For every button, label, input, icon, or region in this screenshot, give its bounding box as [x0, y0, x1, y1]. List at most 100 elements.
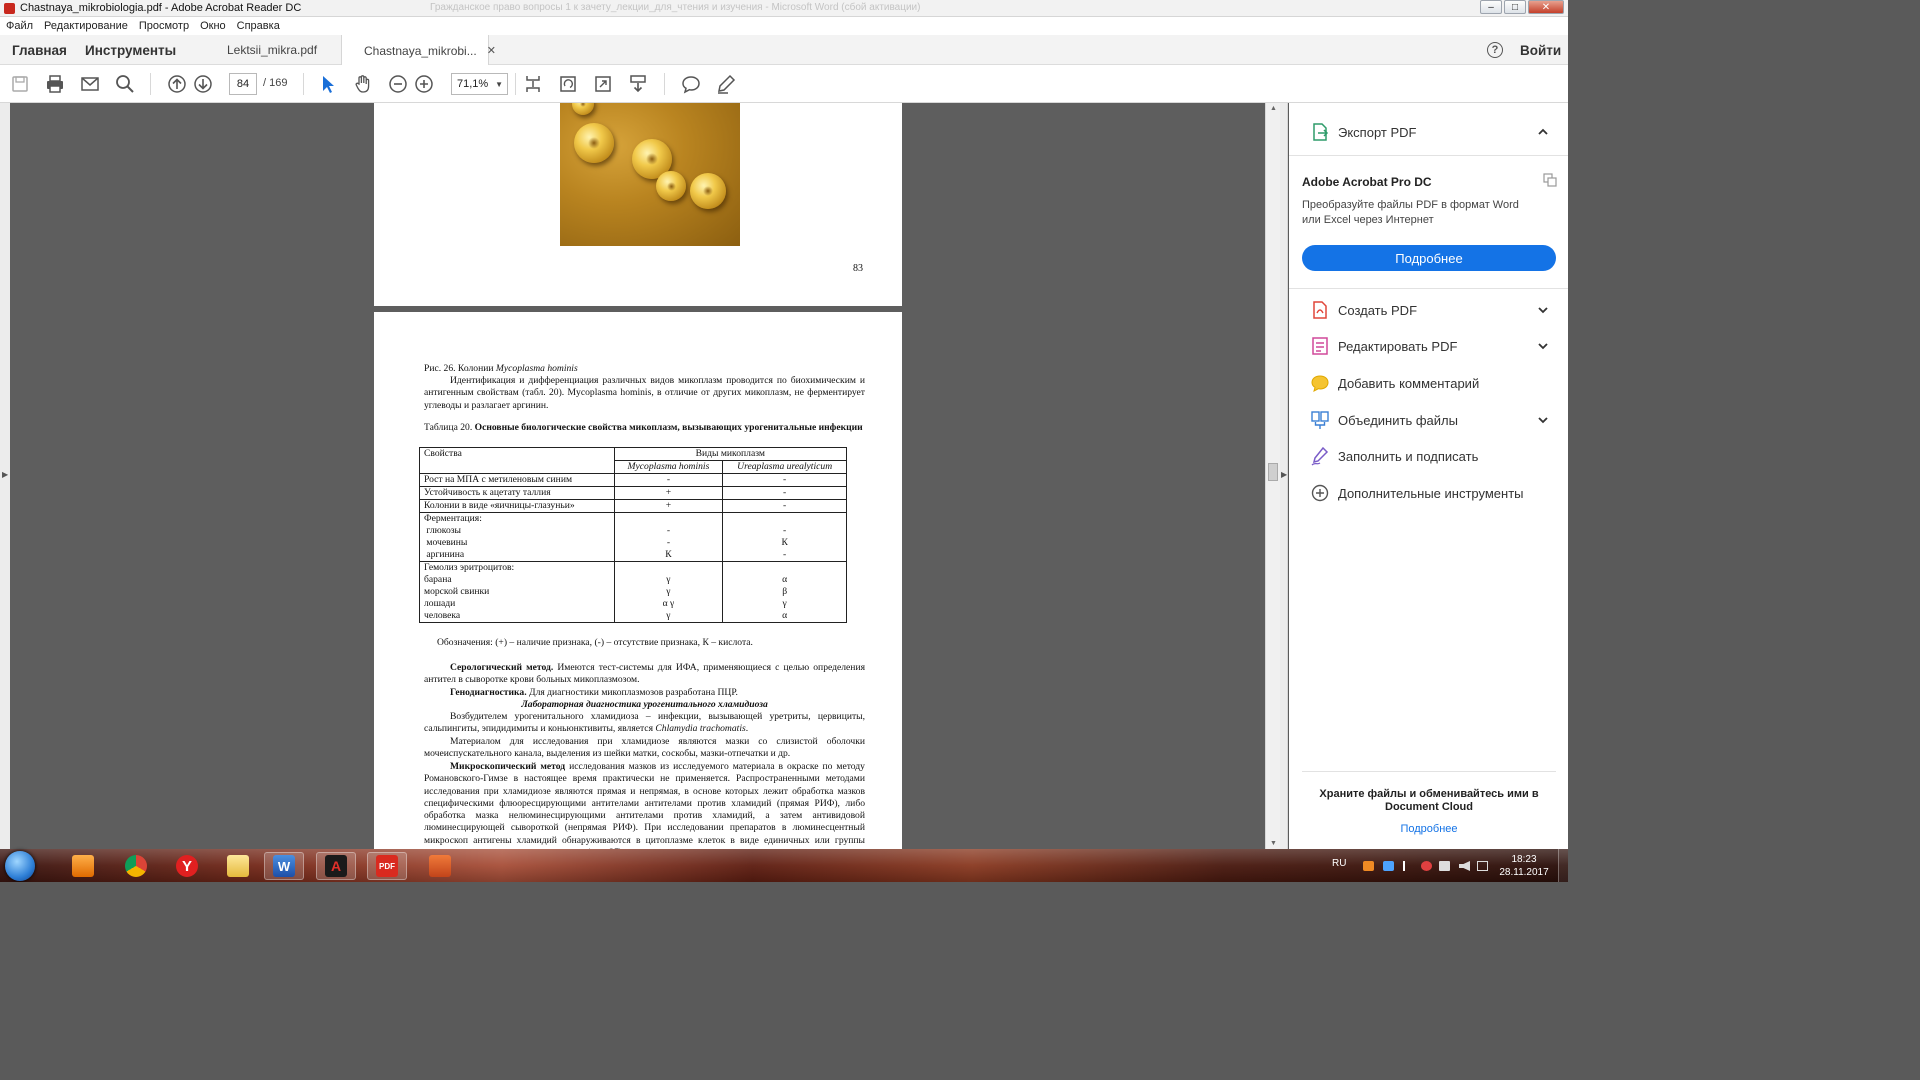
edit-pdf-item[interactable]: Редактировать PDF [1289, 328, 1568, 364]
tray-status-icon[interactable] [1421, 861, 1432, 871]
menu-view[interactable]: Просмотр [139, 20, 189, 32]
toolbar-separator [664, 73, 665, 95]
show-desktop-button[interactable] [1558, 849, 1568, 882]
scroll-down-icon[interactable]: ▼ [1270, 840, 1277, 847]
paragraph-genodiagnostics: Генодиагностика. Для диагностики микопла… [424, 687, 865, 699]
maximize-button[interactable]: □ [1504, 0, 1526, 14]
start-button[interactable] [5, 851, 35, 881]
scroll-up-icon[interactable]: ▲ [1270, 105, 1277, 112]
page-number-label: 83 [853, 263, 863, 274]
pdf-page-84: Рис. 26. Колонии Mycoplasma hominis Иден… [374, 312, 902, 849]
next-page-icon[interactable] [193, 74, 213, 94]
language-indicator[interactable]: RU [1332, 858, 1346, 869]
export-pdf-header[interactable]: Экспорт PDF [1289, 114, 1568, 150]
left-pane-toggle[interactable]: ▶ [0, 103, 10, 849]
tab-document-chastnaya-label: Chastnaya_mikrobi... [364, 43, 477, 58]
table-cell: - [722, 499, 847, 513]
dropbox-icon[interactable] [1383, 861, 1394, 871]
tab-document-chastnaya[interactable]: Chastnaya_mikrobi... ✕ [341, 35, 496, 66]
windows-media-player-icon[interactable] [63, 852, 103, 880]
acrobat-app-icon [4, 2, 15, 14]
table-cell: - [613, 473, 724, 487]
pdf-app-icon[interactable]: PDF [367, 852, 407, 880]
comment-icon[interactable] [681, 74, 701, 94]
fill-sign-icon [1311, 446, 1329, 466]
figure-caption: Рис. 26. Колонии Mycoplasma hominis [424, 363, 865, 375]
word-icon[interactable]: W [264, 852, 304, 880]
pdf-page-83: 83 [374, 103, 902, 306]
previous-page-icon[interactable] [167, 74, 187, 94]
presentation-app-icon[interactable] [420, 852, 460, 880]
edit-pdf-icon [1312, 337, 1328, 355]
chevron-down-icon [1538, 307, 1548, 314]
properties-table: Свойства Виды микоплазм Mycoplasma homin… [419, 447, 848, 623]
menu-file[interactable]: Файл [6, 20, 33, 32]
select-cursor-icon[interactable] [318, 74, 338, 94]
table-title-prefix: Таблица 20. [424, 422, 475, 433]
document-cloud-text: Храните файлы и обменивайтесь ими в Docu… [1319, 788, 1539, 813]
document-cloud-link[interactable]: Подробнее [1302, 823, 1556, 835]
figure-caption-prefix: Рис. 26. Колонии [424, 363, 496, 374]
collapse-right-icon: ▶ [1281, 470, 1288, 479]
menu-edit[interactable]: Редактирование [44, 20, 128, 32]
pathogen-text: Возбудителем урогенитального хламидиоза … [424, 711, 865, 735]
tab-document-lektsii[interactable]: Lektsii_mikra.pdf [197, 35, 341, 65]
zoom-level-select[interactable]: 71,1% ▼ [451, 73, 508, 95]
highlight-pen-icon[interactable] [716, 74, 736, 94]
divider [1289, 288, 1568, 289]
table-cell: - [722, 486, 847, 500]
fill-sign-label: Заполнить и подписать [1338, 448, 1479, 464]
sign-in-button[interactable]: Войти [1520, 35, 1561, 65]
combine-files-item[interactable]: Объединить файлы [1289, 402, 1568, 438]
tab-tools[interactable]: Инструменты [85, 35, 176, 65]
table-row: Колонии в виде «яичницы-глазуньи» + - [419, 499, 847, 513]
acrobat-reader-icon[interactable]: A [316, 852, 356, 880]
chevron-down-icon [1538, 417, 1548, 424]
battery-icon[interactable] [1477, 861, 1488, 871]
create-pdf-item[interactable]: Создать PDF [1289, 292, 1568, 328]
add-comment-item[interactable]: Добавить комментарий [1289, 365, 1568, 401]
more-tools-item[interactable]: Дополнительные инструменты [1289, 475, 1568, 511]
close-tab-icon[interactable]: ✕ [487, 44, 496, 57]
scroll-mode-icon[interactable] [628, 74, 648, 94]
promo-description: Преобразуйте файлы PDF в формат Word или… [1302, 199, 1519, 226]
page-number-input[interactable]: 84 [229, 73, 257, 95]
print-icon[interactable] [45, 74, 65, 94]
fill-sign-item[interactable]: Заполнить и подписать [1289, 438, 1568, 474]
tray-app-icon[interactable] [1363, 861, 1374, 871]
toolbar-separator [150, 73, 151, 95]
table-header-ureaplasma: Ureaplasma urealyticum [722, 460, 847, 474]
full-screen-icon[interactable] [593, 74, 613, 94]
chrome-icon[interactable] [116, 852, 156, 880]
menu-window[interactable]: Окно [200, 20, 226, 32]
fit-page-icon[interactable] [523, 74, 543, 94]
save-icon[interactable] [10, 74, 30, 94]
hand-tool-icon[interactable] [353, 74, 373, 94]
rotate-view-icon[interactable] [558, 74, 578, 94]
combine-files-icon [1311, 411, 1329, 429]
close-window-button[interactable]: ✕ [1528, 0, 1564, 14]
chevron-up-icon [1538, 128, 1548, 135]
clock[interactable]: 18:23 28.11.2017 [1496, 853, 1552, 879]
right-pane-toggle[interactable]: ▶ [1280, 103, 1288, 849]
acrobat-window: Chastnaya_mikrobiologia.pdf - Adobe Acro… [0, 0, 1568, 882]
minimize-button[interactable]: – [1480, 0, 1502, 14]
search-icon[interactable] [115, 74, 135, 94]
background-window-title: Гражданское право вопросы 1 к зачету_лек… [430, 2, 921, 13]
toolbar-separator [303, 73, 304, 95]
table-row: Ферментация: глюкозы мочевины аргинина -… [419, 512, 847, 562]
learn-more-button[interactable]: Подробнее [1302, 245, 1556, 271]
zoom-in-icon[interactable] [414, 74, 434, 94]
tab-home[interactable]: Главная [12, 35, 67, 65]
email-icon[interactable] [80, 74, 100, 94]
document-scrollbar[interactable]: ▲ ▼ [1265, 103, 1280, 849]
network-icon[interactable] [1439, 861, 1450, 871]
scrollbar-thumb[interactable] [1268, 463, 1278, 481]
file-explorer-icon[interactable] [218, 852, 258, 880]
flag-icon[interactable] [1403, 861, 1414, 871]
document-view[interactable]: 83 Рис. 26. Колонии Mycoplasma hominis И… [10, 103, 1265, 849]
menu-help[interactable]: Справка [237, 20, 280, 32]
yandex-browser-icon[interactable]: Y [167, 852, 207, 880]
zoom-out-icon[interactable] [388, 74, 408, 94]
help-icon[interactable]: ? [1487, 42, 1503, 58]
